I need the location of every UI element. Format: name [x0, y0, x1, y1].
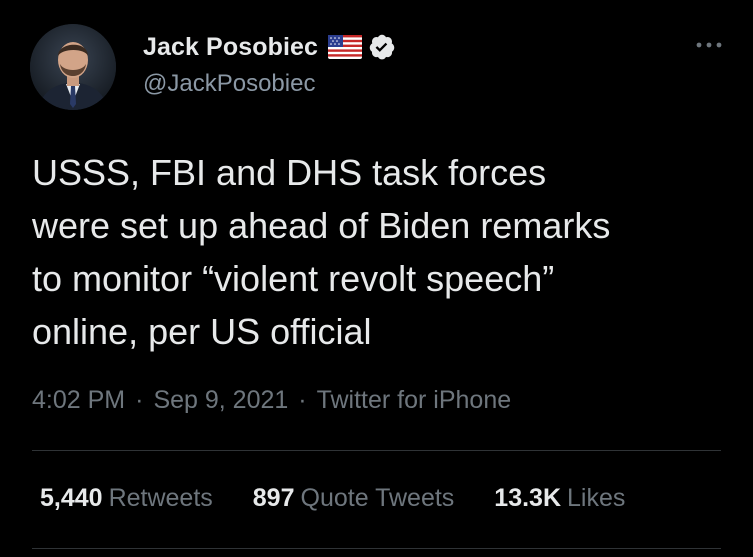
- author-display-name[interactable]: Jack Posobiec: [143, 33, 318, 62]
- retweets-count: 5,440: [40, 484, 103, 512]
- meta-separator: ·: [298, 386, 307, 414]
- author-name-row[interactable]: Jack Posobiec: [143, 30, 396, 64]
- tweet-meta: 4:02 PM · Sep 9, 2021 · Twitter for iPho…: [32, 386, 511, 415]
- meta-separator: ·: [135, 386, 144, 414]
- tweet-stats: 5,440 Retweets 897 Quote Tweets 13.3K Likes: [40, 484, 665, 513]
- likes-label: Likes: [567, 484, 626, 512]
- avatar[interactable]: [30, 24, 116, 110]
- verified-badge-icon: [368, 33, 396, 61]
- author-handle[interactable]: @JackPosobiec: [143, 70, 315, 98]
- likes-stat[interactable]: 13.3K Likes: [494, 484, 625, 513]
- divider: [32, 548, 721, 549]
- tweet-time-link[interactable]: 4:02 PM: [32, 386, 125, 415]
- likes-count: 13.3K: [494, 484, 562, 512]
- more-options-icon[interactable]: [695, 38, 723, 50]
- quote-tweets-stat[interactable]: 897 Quote Tweets: [253, 484, 455, 513]
- divider: [32, 450, 721, 451]
- tweet-text: USSS, FBI and DHS task forces were set u…: [32, 152, 611, 352]
- avatar-image: [30, 24, 116, 110]
- quote-tweets-count: 897: [252, 484, 295, 512]
- quote-tweets-label: Quote Tweets: [300, 484, 455, 512]
- tweet-card: Jack Posobiec @JackPosobiec USSS, FBI an…: [0, 0, 753, 557]
- us-flag-icon: [328, 35, 363, 59]
- tweet-source-link[interactable]: Twitter for iPhone: [317, 386, 512, 415]
- tweet-date-link[interactable]: Sep 9, 2021: [153, 386, 288, 415]
- retweets-label: Retweets: [108, 484, 213, 512]
- retweets-stat[interactable]: 5,440 Retweets: [40, 484, 213, 513]
